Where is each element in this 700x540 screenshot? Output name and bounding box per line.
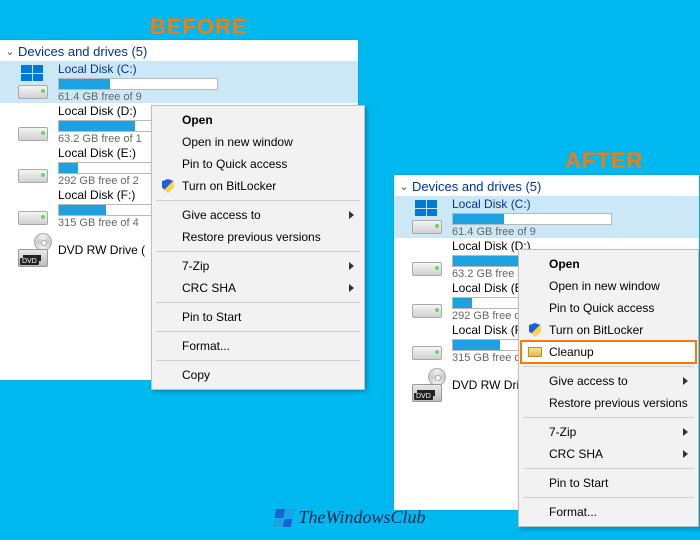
drive-body: Local Disk (C:) 61.4 GB free of 9 — [58, 62, 352, 103]
menu-item[interactable]: Restore previous versions — [154, 226, 362, 248]
menu-item[interactable]: Format... — [521, 501, 696, 523]
capacity-fill — [453, 298, 472, 308]
context-menu-after: Open Open in new window Pin to Quick acces… — [518, 249, 699, 527]
menu-item-label: Restore previous versions — [182, 230, 321, 244]
watermark-text: TheWindowsClub — [298, 507, 425, 528]
menu-item-label: Pin to Quick access — [549, 301, 654, 315]
menu-item[interactable]: CRC SHA — [521, 443, 696, 465]
drive-row[interactable]: Local Disk (C:) 61.4 GB free of 9 — [0, 61, 358, 103]
chevron-down-icon: ⌄ — [4, 45, 16, 58]
menu-item[interactable]: Copy — [154, 364, 362, 386]
menu-item[interactable]: Open in new window — [154, 131, 362, 153]
menu-item[interactable]: Pin to Quick access — [154, 153, 362, 175]
menu-item-label: Copy — [182, 368, 210, 382]
menu-item-label: Give access to — [182, 208, 261, 222]
menu-item-label: Open — [549, 257, 580, 271]
site-logo-icon — [273, 509, 294, 527]
menu-item[interactable]: Restore previous versions — [521, 392, 696, 414]
capacity-fill — [59, 163, 78, 173]
capacity-fill — [59, 205, 106, 215]
menu-item-label: Open — [182, 113, 213, 127]
capacity-bar — [452, 213, 612, 225]
menu-item-label: Format... — [549, 505, 597, 519]
menu-separator — [523, 468, 694, 469]
shield-icon — [160, 178, 176, 194]
menu-item-label: Cleanup — [549, 345, 594, 359]
drive-os-icon — [18, 65, 52, 99]
menu-item[interactable]: Pin to Quick access — [521, 297, 696, 319]
capacity-text: 61.4 GB free of 9 — [58, 91, 352, 103]
drive-name: Local Disk (C:) — [58, 62, 352, 76]
menu-separator — [523, 497, 694, 498]
menu-item[interactable]: 7-Zip — [154, 255, 362, 277]
dvd-drive-icon: DVD — [18, 233, 52, 267]
menu-item[interactable]: Cleanup — [521, 341, 696, 363]
drive-row[interactable]: Local Disk (C:) 61.4 GB free of 9 — [394, 196, 699, 238]
menu-item-label: Pin to Start — [182, 310, 241, 324]
after-label: AFTER — [565, 148, 643, 174]
menu-item[interactable]: Pin to Start — [521, 472, 696, 494]
menu-separator — [156, 302, 360, 303]
hard-drive-icon — [412, 284, 446, 318]
watermark: TheWindowsClub — [274, 507, 425, 528]
menu-item[interactable]: Format... — [154, 335, 362, 357]
menu-item-label: Format... — [182, 339, 230, 353]
menu-separator — [523, 417, 694, 418]
dvd-drive-icon: DVD — [412, 368, 446, 402]
hard-drive-icon — [412, 242, 446, 276]
menu-item-label: Give access to — [549, 374, 628, 388]
section-title: Devices and drives (5) — [412, 179, 541, 194]
hard-drive-icon — [18, 107, 52, 141]
menu-item-label: Turn on BitLocker — [549, 323, 643, 337]
section-header[interactable]: ⌄ Devices and drives (5) — [0, 40, 358, 61]
menu-item-label: CRC SHA — [549, 447, 603, 461]
menu-item[interactable]: Turn on BitLocker — [154, 175, 362, 197]
menu-item-label: Turn on BitLocker — [182, 179, 276, 193]
menu-item[interactable]: Open in new window — [521, 275, 696, 297]
menu-item[interactable]: Pin to Start — [154, 306, 362, 328]
capacity-bar — [58, 78, 218, 90]
menu-item-label: Open in new window — [182, 135, 293, 149]
capacity-fill — [59, 121, 135, 131]
menu-separator — [156, 331, 360, 332]
cleanup-icon — [527, 344, 543, 360]
menu-item[interactable]: Open — [154, 109, 362, 131]
menu-item-label: Pin to Start — [549, 476, 608, 490]
menu-item-label: 7-Zip — [182, 259, 209, 273]
hard-drive-icon — [412, 326, 446, 360]
before-label: BEFORE — [150, 14, 248, 40]
menu-item-label: Open in new window — [549, 279, 660, 293]
drive-os-icon — [412, 200, 446, 234]
menu-item-label: Restore previous versions — [549, 396, 688, 410]
menu-item-label: CRC SHA — [182, 281, 236, 295]
capacity-fill — [453, 214, 504, 224]
menu-item[interactable]: Give access to — [521, 370, 696, 392]
menu-item[interactable]: Give access to — [154, 204, 362, 226]
menu-separator — [156, 251, 360, 252]
menu-item[interactable]: CRC SHA — [154, 277, 362, 299]
menu-separator — [156, 200, 360, 201]
capacity-text: 61.4 GB free of 9 — [452, 226, 693, 238]
shield-icon — [527, 322, 543, 338]
menu-item[interactable]: Open — [521, 253, 696, 275]
menu-item[interactable]: 7-Zip — [521, 421, 696, 443]
menu-item[interactable]: Turn on BitLocker — [521, 319, 696, 341]
capacity-fill — [59, 79, 110, 89]
menu-item-label: 7-Zip — [549, 425, 576, 439]
hard-drive-icon — [18, 149, 52, 183]
hard-drive-icon — [18, 191, 52, 225]
menu-item-label: Pin to Quick access — [182, 157, 287, 171]
context-menu-before: Open Open in new window Pin to Quick acces… — [151, 105, 365, 390]
section-header[interactable]: ⌄ Devices and drives (5) — [394, 175, 699, 196]
drive-name: Local Disk (C:) — [452, 197, 693, 211]
capacity-fill — [453, 340, 500, 350]
menu-separator — [523, 366, 694, 367]
chevron-down-icon: ⌄ — [398, 180, 410, 193]
drive-body: Local Disk (C:) 61.4 GB free of 9 — [452, 197, 693, 238]
menu-separator — [156, 360, 360, 361]
section-title: Devices and drives (5) — [18, 44, 147, 59]
